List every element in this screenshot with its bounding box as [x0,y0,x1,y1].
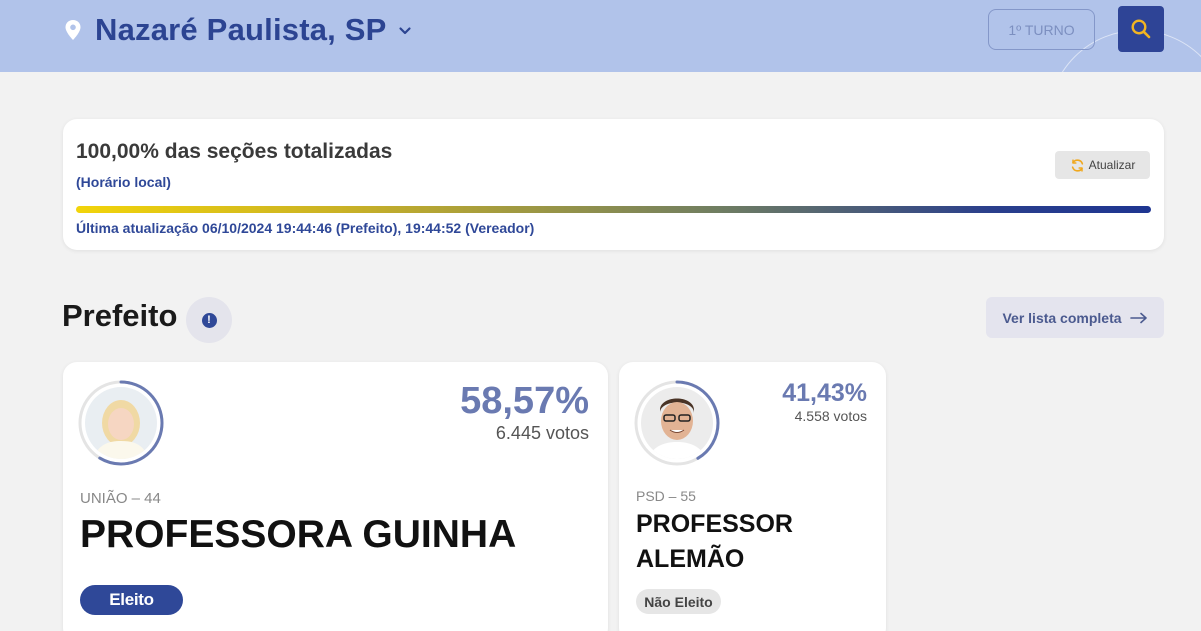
info-icon: ! [201,312,217,328]
not-elected-badge: Não Eleito [636,589,721,614]
local-time-note: (Horário local) [76,174,171,190]
progress-fill [76,206,1151,213]
search-icon [1131,19,1151,39]
vote-percentage: 41,43% [782,379,867,407]
vote-share-ring [634,380,720,466]
section-title: Prefeito [62,298,178,333]
elected-badge: Eleito [80,585,183,615]
top-bar: Nazaré Paulista, SP 1º TURNO [0,0,1201,72]
vote-count: 6.445 votos [495,423,589,443]
candidate-avatar [633,379,721,467]
full-list-button[interactable]: Ver lista completa [986,297,1164,338]
full-list-label: Ver lista completa [1002,309,1122,326]
candidate-name: PROFESSORA GUINHA [80,513,517,556]
totalization-status-card: 100,00% das seções totalizadas (Horário … [63,119,1164,250]
candidate-name-line-1: PROFESSOR [636,510,793,538]
location-title[interactable]: Nazaré Paulista, SP [95,12,387,48]
search-button[interactable] [1118,6,1164,52]
candidate-card[interactable]: 41,43% 4.558 votos PSD – 55 PROFESSOR AL… [619,362,886,631]
party-number: UNIÃO – 44 [80,490,161,507]
totalization-title: 100,00% das seções totalizadas [76,140,393,163]
last-update-text: Última atualização 06/10/2024 19:44:46 (… [76,220,535,236]
arrow-right-icon [1129,312,1147,323]
vote-share-ring [78,380,164,466]
refresh-icon [1071,158,1083,172]
candidate-card[interactable]: 58,57% 6.445 votos UNIÃO – 44 PROFESSORA… [63,362,608,631]
refresh-button[interactable]: Atualizar [1055,151,1150,179]
party-number: PSD – 55 [636,488,696,504]
vote-percentage: 58,57% [460,380,589,422]
chevron-down-icon[interactable] [398,24,412,38]
round-button[interactable]: 1º TURNO [988,9,1095,50]
totalization-progress-bar [76,206,1151,213]
candidate-name-line-2: ALEMÃO [636,545,745,573]
map-pin-icon [65,20,81,40]
info-button[interactable]: ! [186,297,232,343]
refresh-label: Atualizar [1088,158,1136,172]
candidate-avatar [77,379,165,467]
vote-count: 4.558 votos [794,408,867,424]
